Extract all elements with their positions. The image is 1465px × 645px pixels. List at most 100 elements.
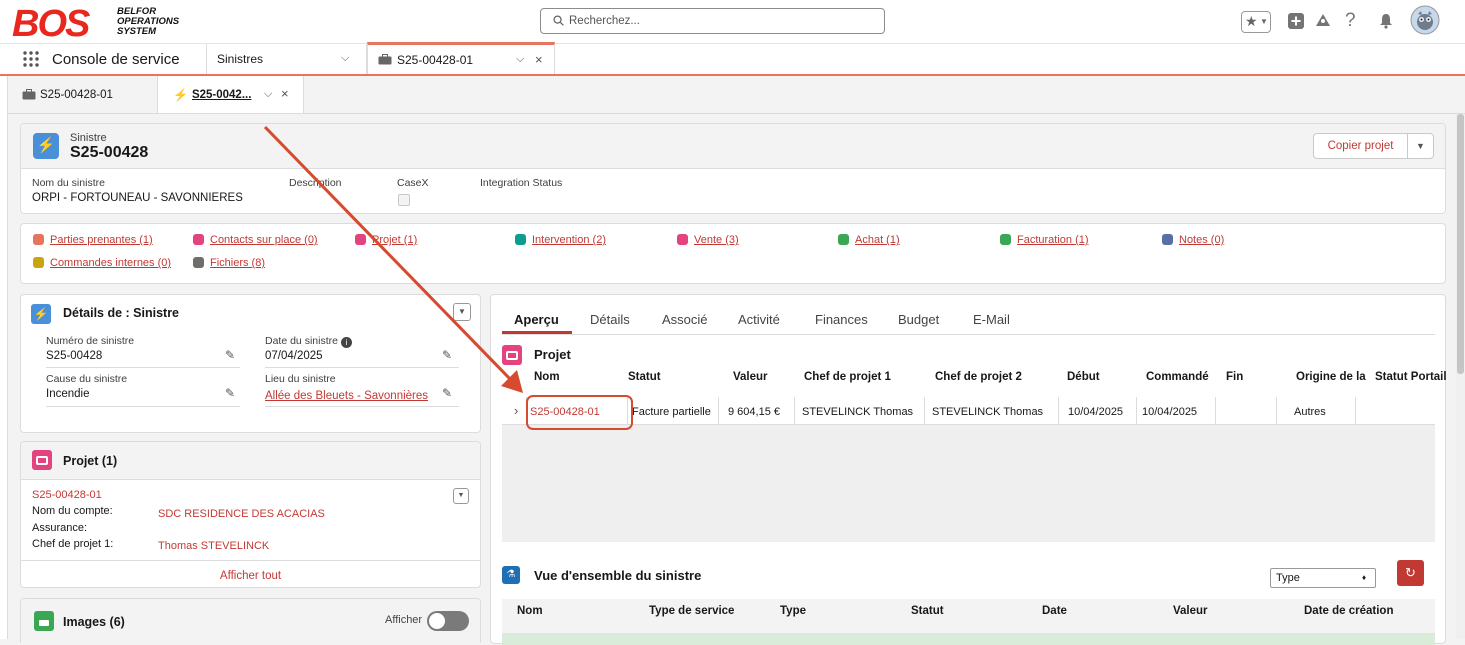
order-icon (33, 257, 44, 268)
projet-record-link[interactable]: S25-00428-01 (32, 489, 102, 501)
related-link-notes[interactable]: Notes (0) (1162, 234, 1224, 246)
page-scrollbar[interactable] (1456, 114, 1465, 639)
scrollbar-thumb[interactable] (1457, 114, 1464, 374)
related-link-projet[interactable]: Projet (1) (355, 234, 417, 246)
field-label-description: Description (289, 177, 342, 189)
tab-email[interactable]: E-Mail (973, 312, 1010, 327)
cell-divider (924, 397, 925, 425)
chevron-down-icon[interactable]: ⌵ (341, 52, 349, 65)
refresh-button[interactable]: ↻ (1397, 560, 1424, 586)
global-create-icon[interactable] (1287, 12, 1305, 30)
view-all-link[interactable]: Afficher tout (21, 570, 480, 582)
type-select-value: Type (1276, 572, 1300, 584)
overview-first-row[interactable] (502, 633, 1435, 645)
projet-chef-link[interactable]: Thomas STEVELINCK (158, 540, 269, 552)
field-label-cause: Cause du sinistre (46, 373, 128, 385)
related-link-intervention[interactable]: Intervention (2) (515, 234, 606, 246)
chevron-down-icon[interactable]: ⌵ (264, 88, 272, 101)
refresh-icon: ↻ (1405, 565, 1416, 580)
cell-divider (1355, 397, 1356, 425)
projet-field-label: Nom du compte: (32, 505, 113, 517)
related-link-achat[interactable]: Achat (1) (838, 234, 900, 246)
briefcase-icon (22, 89, 36, 100)
workspace-tab-s25-00428-01[interactable]: S25-00428-01 ⌵ × (367, 42, 555, 74)
column-header[interactable]: Date de création (1304, 605, 1393, 617)
related-link-commandes-internes[interactable]: Commandes internes (0) (33, 257, 171, 269)
close-icon[interactable]: × (281, 86, 289, 101)
tab-apercu[interactable]: Aperçu (514, 312, 559, 327)
app-launcher[interactable]: Console de service (22, 44, 207, 74)
chevron-down-icon[interactable]: ▼ (1407, 133, 1434, 159)
column-header[interactable]: Statut (628, 371, 661, 383)
related-link-vente[interactable]: Vente (3) (677, 234, 739, 246)
images-card-title: Images (6) (63, 615, 125, 629)
afficher-toggle[interactable] (427, 611, 469, 631)
subtab-sinistre[interactable]: ⚡ S25-0042... ⌵ × (157, 76, 304, 113)
trailhead-icon[interactable] (1313, 12, 1333, 30)
user-avatar[interactable] (1410, 5, 1440, 35)
project-icon (502, 345, 522, 365)
help-icon[interactable]: ? (1345, 10, 1356, 32)
highlight-annotation-box (526, 395, 633, 430)
tab-finances[interactable]: Finances (815, 312, 868, 327)
global-search-input[interactable]: Recherchez... (540, 8, 885, 34)
column-header[interactable]: Statut Portail (1375, 371, 1447, 383)
column-header[interactable]: Type (780, 605, 806, 617)
pencil-edit-icon[interactable]: ✎ (442, 348, 452, 362)
column-header[interactable]: Début (1067, 371, 1100, 383)
column-header[interactable]: Valeur (733, 371, 768, 383)
projet-account-link[interactable]: SDC RESIDENCE DES ACACIAS (158, 508, 325, 520)
related-link-facturation[interactable]: Facturation (1) (1000, 234, 1089, 246)
field-value-lieu-link[interactable]: Allée des Bleuets - Savonnières (265, 390, 428, 402)
field-label-date: Date du sinistre i (265, 335, 352, 348)
related-link-contacts[interactable]: Contacts sur place (0) (193, 234, 318, 246)
column-header[interactable]: Origine de la (1296, 371, 1366, 383)
type-select[interactable]: Type ♦ (1270, 568, 1376, 588)
star-icon: ★ (1245, 13, 1258, 29)
related-link-parties-prenantes[interactable]: Parties prenantes (1) (33, 234, 153, 246)
column-header[interactable]: Date (1042, 605, 1067, 617)
table-row[interactable]: › S25-00428-01 Facture partielle 9 604,1… (502, 397, 1435, 425)
project-icon (32, 450, 52, 470)
file-icon (193, 257, 204, 268)
project-icon (355, 234, 366, 245)
pencil-edit-icon[interactable]: ✎ (225, 348, 235, 362)
table-cell: Autres (1294, 406, 1326, 418)
chevron-down-icon[interactable]: ⌵ (516, 53, 524, 66)
subtab-bar: S25-00428-01 ⚡ S25-0042... ⌵ × (0, 76, 1465, 639)
pencil-edit-icon[interactable]: ✎ (225, 386, 235, 400)
chevron-right-icon[interactable]: › (514, 403, 518, 418)
column-header[interactable]: Chef de projet 2 (935, 371, 1022, 383)
column-header[interactable]: Chef de projet 1 (804, 371, 891, 383)
chevron-down-icon[interactable]: ▼ (453, 303, 471, 321)
column-header[interactable]: Fin (1226, 371, 1243, 383)
tab-associe[interactable]: Associé (662, 312, 708, 327)
pencil-edit-icon[interactable]: ✎ (442, 386, 452, 400)
notifications-bell-icon[interactable] (1377, 12, 1395, 30)
related-link-fichiers[interactable]: Fichiers (8) (193, 257, 265, 269)
info-icon[interactable]: i (340, 337, 352, 348)
column-header[interactable]: Nom (534, 371, 560, 383)
object-nav-select[interactable]: Sinistres ⌵ (207, 44, 367, 74)
column-header[interactable]: Commandé (1146, 371, 1209, 383)
column-header[interactable]: Type de service (649, 605, 734, 617)
tab-budget[interactable]: Budget (898, 312, 939, 327)
copy-project-button[interactable]: Copier projet (1313, 133, 1408, 159)
table-cell: 10/04/2025 (1142, 406, 1198, 418)
field-underline (46, 406, 240, 407)
record-name: S25-00428 (70, 144, 149, 161)
casex-checkbox (398, 194, 410, 206)
tab-activite[interactable]: Activité (738, 312, 780, 327)
app-launcher-grid-icon[interactable] (22, 50, 40, 68)
chevron-down-icon[interactable]: ▼ (453, 488, 469, 504)
subtab-record[interactable]: S25-00428-01 (22, 76, 157, 113)
column-header[interactable]: Statut (911, 605, 944, 617)
bos-logo[interactable]: BOS BELFOR OPERATIONS SYSTEM (10, 3, 200, 41)
tab-details[interactable]: Détails (590, 312, 630, 327)
column-header[interactable]: Valeur (1173, 605, 1208, 617)
table-cell: 10/04/2025 (1068, 406, 1124, 418)
close-icon[interactable]: × (535, 52, 543, 67)
favorites-button[interactable]: ★ ▼ (1241, 11, 1271, 33)
object-nav-label: Sinistres (217, 52, 264, 66)
column-header[interactable]: Nom (517, 605, 543, 617)
